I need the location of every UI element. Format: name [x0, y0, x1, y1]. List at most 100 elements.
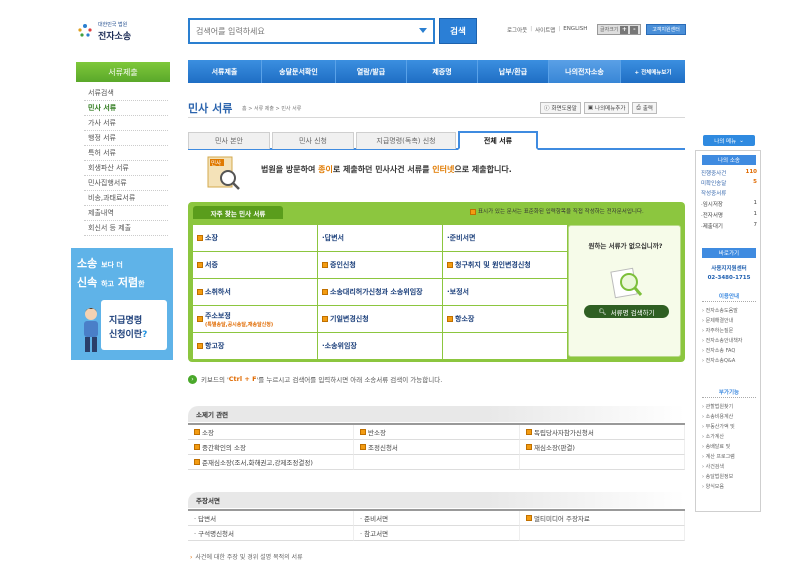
document-link[interactable]: · 답변서	[188, 511, 354, 526]
nav-item-all-menu[interactable]: + 전체메뉴보기	[621, 60, 685, 83]
sidebar-link-label: 전자소송Q&A	[705, 358, 736, 364]
document-link[interactable]: 소장	[188, 425, 354, 440]
sidebar-link[interactable]: › 전자소송안내책자	[702, 337, 742, 344]
left-menu-item[interactable]: 서류검색	[84, 86, 168, 101]
document-link[interactable]: ·답변서	[318, 225, 442, 251]
stat-row[interactable]: 진행중사건 110	[701, 169, 757, 177]
sidebar-link[interactable]: › 전자소송Q&A	[702, 357, 735, 364]
person-illustration-icon	[84, 308, 98, 352]
nav-item-delivery[interactable]: 송달문서확인	[262, 60, 336, 83]
tab-all-documents[interactable]: 전체 서류	[458, 131, 538, 150]
document-link[interactable]: 항고장	[193, 333, 317, 359]
nav-item-my-lawsuit[interactable]: 나의전자소송	[549, 60, 621, 83]
left-menu-item[interactable]: 민사집행서류	[84, 176, 168, 191]
left-menu-item[interactable]: 비송,과태료서류	[84, 191, 168, 206]
document-link[interactable]: 기일변경신청	[318, 306, 442, 332]
sidebar-link-label: 전자소송도움말	[705, 308, 738, 314]
my-menu-button[interactable]: 나의 메뉴 ⌄	[703, 135, 755, 146]
sidebar-link[interactable]: › 송달법원정보	[702, 473, 733, 480]
left-menu-item[interactable]: 제출내역	[84, 206, 168, 221]
document-label: · 참고서면	[360, 530, 389, 538]
sidebar-link[interactable]: › 송배달료 및	[702, 443, 730, 450]
search-input[interactable]	[196, 24, 416, 38]
document-link[interactable]: 주소보정 (특별송달,공시송달,재송달신청)	[193, 306, 317, 332]
left-menu-item[interactable]: 회신서 등 제출	[84, 221, 168, 236]
nav-item-view[interactable]: 열람/발급	[336, 60, 407, 83]
logout-link[interactable]: 로그아웃	[507, 26, 527, 34]
sidebar-link-label: 계산 프로그램	[705, 454, 735, 460]
document-link[interactable]: · 참고서면	[354, 526, 520, 541]
print-button[interactable]: ⎙ 출력	[632, 102, 657, 114]
screen-help-button[interactable]: ⓘ 화면도움말	[540, 102, 581, 114]
document-link[interactable]: · 준비서면	[354, 511, 520, 526]
document-link[interactable]: 항소장	[443, 306, 567, 332]
stat-subrow[interactable]: ·제출대기 7	[701, 222, 757, 230]
font-size-label: 글자크기	[600, 27, 619, 33]
nav-item-payment[interactable]: 납부/환급	[478, 60, 549, 83]
stat-subrow[interactable]: ·임시저장 1	[701, 200, 757, 208]
top-links: 로그아웃 | 사이트맵 | ENGLISH	[507, 26, 587, 34]
search-button[interactable]: 검색	[439, 18, 477, 44]
sidebar-link[interactable]: › 전자소송도움말	[702, 307, 738, 314]
document-link[interactable]: 중간확인의 소장	[188, 440, 354, 455]
left-menu-item[interactable]: 회생파산 서류	[84, 161, 168, 176]
court-logo[interactable]: 대한민국 법원 전자소송	[76, 20, 146, 44]
left-menu-item[interactable]: 행정 서류	[84, 131, 168, 146]
sidebar-link[interactable]: › 소가계산	[702, 433, 724, 440]
left-menu-item[interactable]: 민사 서류	[84, 101, 168, 116]
sidebar-link[interactable]: › 자주하는질문	[702, 327, 733, 334]
font-increase-button[interactable]: +	[620, 25, 629, 34]
section-title: 주장서면	[188, 492, 685, 508]
stat-row[interactable]: 작성중서류	[701, 189, 757, 197]
sitemap-link[interactable]: 사이트맵	[535, 26, 555, 34]
search-box[interactable]	[188, 18, 435, 44]
document-link[interactable]: ·소송위임장	[318, 333, 442, 359]
document-link[interactable]: 청구취지 및 원인변경신청	[443, 252, 567, 278]
document-label: 준재심소장(조서,화해권고,강제조정결정)	[202, 459, 313, 467]
stat-row[interactable]: 미확인송달 5	[701, 179, 757, 187]
document-label: 조정신청서	[368, 444, 398, 452]
document-link[interactable]: ·준비서면	[443, 225, 567, 251]
left-menu-item[interactable]: 가사 서류	[84, 116, 168, 131]
banner-card-subtitle: 신청이란?	[109, 330, 148, 340]
left-menu-item[interactable]: 특허 서류	[84, 146, 168, 161]
sidebar-link[interactable]: › 전자소송 FAQ	[702, 347, 735, 354]
sidebar-link[interactable]: › 양식모음	[702, 483, 724, 490]
nav-item-submit[interactable]: 서류제출	[188, 60, 262, 83]
sidebar-link[interactable]: › 부동산가액 및	[702, 423, 735, 430]
document-link[interactable]: 멀티미디어 주장자료	[520, 511, 685, 526]
document-link[interactable]: 독립당사자참가신청서	[520, 425, 685, 440]
helpdesk-button[interactable]: 고객지원센터	[646, 24, 686, 35]
sidebar-link-label: 부동산가액 및	[705, 424, 735, 430]
sidebar-link-label: 양식모음	[705, 484, 724, 490]
document-link[interactable]: 준재심소장(조서,화해권고,강제조정결정)	[188, 455, 354, 470]
payment-order-banner[interactable]: 소송 보다 더 신속 하고 저렴한 지급명령 신청이란?	[71, 248, 173, 360]
sidebar-link[interactable]: › 문제해결안내	[702, 317, 733, 324]
document-link[interactable]: ·보정서	[443, 279, 567, 305]
dropdown-arrow-icon[interactable]	[419, 28, 427, 33]
tab-civil-main[interactable]: 민사 본안	[188, 132, 270, 149]
tab-civil-application[interactable]: 민사 신청	[272, 132, 354, 149]
document-link[interactable]: 증인신청	[318, 252, 442, 278]
document-link[interactable]: 소취하서	[193, 279, 317, 305]
document-link[interactable]: 서증	[193, 252, 317, 278]
add-my-menu-button[interactable]: ▣ 나의메뉴추가	[583, 102, 630, 114]
sidebar-link[interactable]: › 계산 프로그램	[702, 453, 735, 460]
sidebar-link[interactable]: › 소송비용계산	[702, 413, 733, 420]
tab-payment-order[interactable]: 지급명령(독촉) 신청	[356, 132, 456, 149]
civil-label: 민사	[211, 159, 221, 167]
document-link[interactable]: 소송대리허가신청과 소송위임장	[318, 279, 442, 305]
sidebar-link[interactable]: › 관할법원찾기	[702, 403, 733, 410]
sidebar-link-label: 전자소송안내책자	[705, 338, 743, 344]
sidebar-link[interactable]: › 사건검색	[702, 463, 724, 470]
document-link[interactable]: 소장	[193, 225, 317, 251]
document-link[interactable]: 반소장	[354, 425, 520, 440]
document-link[interactable]: 재심소장(판결)	[520, 440, 685, 455]
nav-item-certificate[interactable]: 제증명	[407, 60, 478, 83]
english-link[interactable]: ENGLISH	[563, 26, 587, 34]
font-decrease-button[interactable]: -	[630, 25, 639, 34]
stat-subrow[interactable]: ·전자서명 1	[701, 211, 757, 219]
document-link[interactable]: 조정신청서	[354, 440, 520, 455]
document-link[interactable]: · 구석명신청서	[188, 526, 354, 541]
document-search-button[interactable]: 🔍︎ 서류명 검색하기	[584, 305, 669, 318]
